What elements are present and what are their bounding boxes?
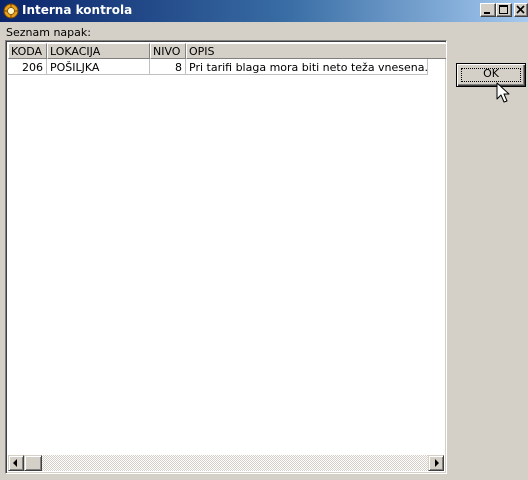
column-header-opis[interactable]: OPIS bbox=[186, 43, 446, 59]
cell-nivo: 8 bbox=[150, 59, 186, 75]
horizontal-scrollbar[interactable] bbox=[8, 455, 444, 471]
scroll-right-button[interactable] bbox=[428, 455, 444, 471]
list-label: Seznam napak: bbox=[6, 26, 91, 39]
minimize-icon bbox=[484, 12, 490, 14]
arrow-left-icon bbox=[13, 459, 17, 467]
column-header-nivo[interactable]: NIVO bbox=[150, 43, 186, 59]
cell-koda: 206 bbox=[8, 59, 47, 75]
cell-lokacija: POŠILJKA bbox=[47, 59, 150, 75]
maximize-icon bbox=[499, 5, 508, 14]
list-header: KODA LOKACIJA NIVO OPIS bbox=[8, 43, 446, 59]
scroll-thumb[interactable] bbox=[24, 455, 42, 471]
table-row[interactable]: 206 POŠILJKA 8 Pri tarifi blaga mora bit… bbox=[8, 59, 446, 75]
close-button[interactable] bbox=[514, 3, 528, 17]
window-title: Interna kontrola bbox=[22, 3, 133, 17]
error-list[interactable]: KODA LOKACIJA NIVO OPIS 206 POŠILJKA 8 P… bbox=[5, 40, 447, 474]
app-icon bbox=[3, 3, 19, 19]
minimize-button[interactable] bbox=[480, 3, 496, 17]
mouse-cursor-icon bbox=[496, 82, 510, 103]
title-bar[interactable]: Interna kontrola bbox=[0, 0, 528, 22]
cell-opis: Pri tarifi blaga mora biti neto teža vne… bbox=[186, 59, 428, 75]
arrow-right-icon bbox=[435, 459, 439, 467]
column-header-koda[interactable]: KODA bbox=[8, 43, 47, 59]
ok-button-label: OK bbox=[483, 67, 499, 80]
close-icon bbox=[516, 5, 525, 14]
scroll-left-button[interactable] bbox=[8, 455, 24, 471]
column-header-lokacija[interactable]: LOKACIJA bbox=[47, 43, 150, 59]
maximize-button[interactable] bbox=[496, 3, 512, 17]
ok-button[interactable]: OK bbox=[456, 63, 526, 87]
